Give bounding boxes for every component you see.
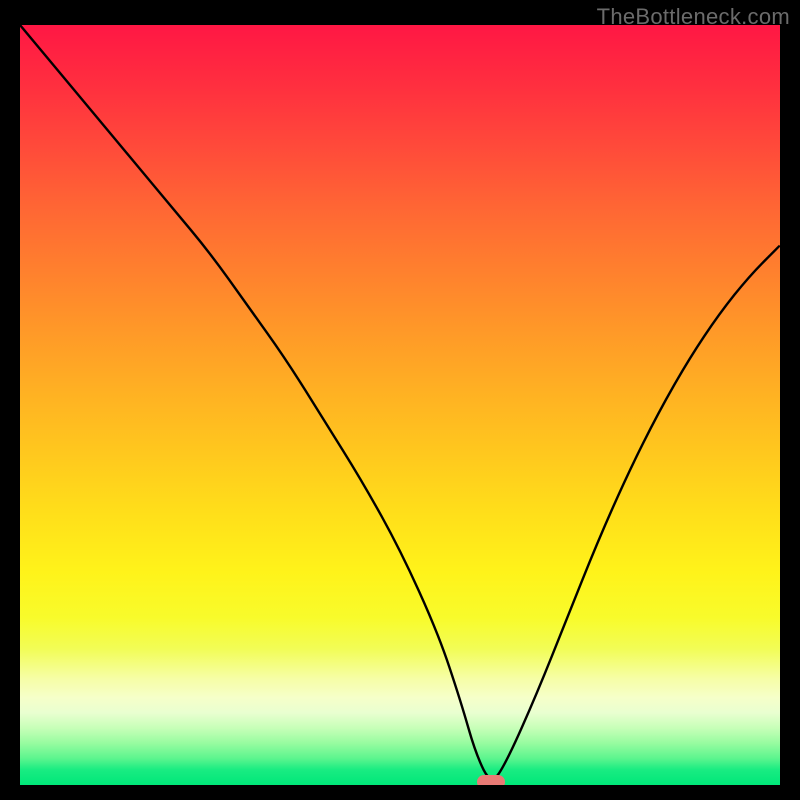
plot-area [20, 25, 780, 785]
chart-frame: TheBottleneck.com [0, 0, 800, 800]
curve-line [20, 25, 780, 778]
bottleneck-curve [20, 25, 780, 785]
minimum-marker [477, 775, 505, 785]
watermark-text: TheBottleneck.com [597, 4, 790, 30]
